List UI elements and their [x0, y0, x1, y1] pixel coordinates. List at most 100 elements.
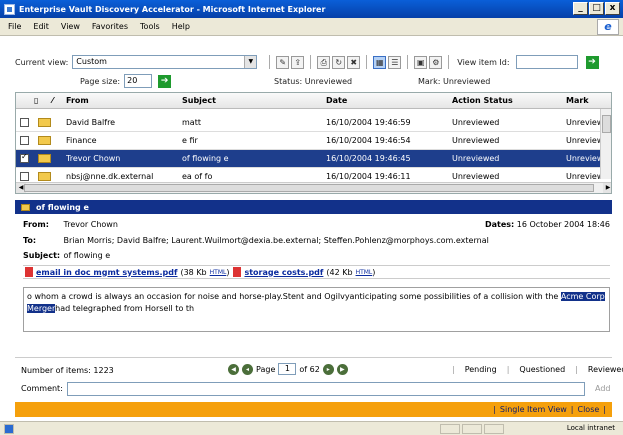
- delete-icon[interactable]: ✖: [347, 55, 361, 69]
- menu-bar: File Edit View Favorites Tools Help e: [0, 18, 623, 36]
- row-from: David Balfre: [66, 118, 116, 127]
- row-action-status: Unreviewed: [452, 172, 500, 181]
- attachment-html-link[interactable]: HTML: [210, 269, 227, 276]
- row-subject: of flowing e: [182, 154, 229, 163]
- email-icon: [38, 136, 51, 145]
- row-action-status: Unreviewed: [452, 118, 500, 127]
- row-date: 16/10/2004 19:46:59: [326, 118, 411, 127]
- close-button[interactable]: x: [605, 2, 620, 15]
- attachment-html-link[interactable]: HTML: [356, 269, 373, 276]
- toolbar-separator: [310, 55, 312, 69]
- comment-row: Comment: Add: [15, 381, 612, 397]
- menu-help[interactable]: Help: [166, 22, 196, 31]
- view-item-id-input[interactable]: [515, 55, 578, 69]
- page-size-label: Page size:: [80, 76, 121, 86]
- view-item-go-button[interactable]: ➔: [585, 55, 599, 69]
- review-actions: | Pending | Questioned | Reviewed: [452, 365, 623, 374]
- separator: |: [493, 405, 496, 414]
- mark-icon[interactable]: ✎: [276, 55, 290, 69]
- doc-column-icon[interactable]: ▯: [34, 96, 38, 105]
- column-date[interactable]: Date: [326, 96, 347, 105]
- toolbar-separator: [366, 55, 368, 69]
- status-text: Status: Unreviewed: [274, 77, 353, 86]
- column-action-status[interactable]: Action Status: [452, 96, 513, 105]
- table-row[interactable]: Finance e fir 16/10/2004 19:46:54 Unrevi…: [16, 132, 606, 150]
- dates-label: Dates:: [484, 220, 515, 229]
- row-checkbox[interactable]: [20, 172, 29, 181]
- menu-view[interactable]: View: [55, 22, 86, 31]
- refresh-icon[interactable]: ↻: [332, 55, 346, 69]
- grid-horizontal-scrollbar[interactable]: ◀ ▶: [16, 182, 611, 193]
- add-comment-button[interactable]: Add: [595, 384, 611, 393]
- attachment-size: (38 Kb: [180, 267, 207, 277]
- review-toolbar: Current view: Custom ▼ ✎ ⇪ ⎙ ↻ ✖ ▦ ☰ ▣ ⚙…: [0, 37, 623, 99]
- preview-to-line: To: Brian Morris; David Balfre; Laurent.…: [23, 236, 489, 245]
- current-view-value: Custom: [76, 57, 107, 66]
- from-value: Trevor Chown: [63, 220, 118, 229]
- row-checkbox[interactable]: [20, 136, 29, 145]
- row-action-status: Unreviewed: [452, 154, 500, 163]
- table-row[interactable]: David Balfre matt 16/10/2004 19:46:59 Un…: [16, 114, 606, 132]
- current-view-select[interactable]: Custom ▼: [72, 55, 258, 69]
- comment-input[interactable]: [67, 382, 585, 396]
- close-link[interactable]: Close: [578, 405, 600, 414]
- page-of-label: of 62: [299, 364, 320, 374]
- save-icon[interactable]: ▣: [414, 55, 428, 69]
- window-titlebar: Enterprise Vault Discovery Accelerator -…: [0, 0, 623, 18]
- print-icon[interactable]: ⎙: [317, 55, 331, 69]
- scroll-right-icon[interactable]: ▶: [603, 183, 611, 193]
- separator: |: [575, 365, 578, 374]
- column-mark[interactable]: Mark: [566, 96, 589, 105]
- menu-file[interactable]: File: [2, 22, 27, 31]
- page-size-go-button[interactable]: ➔: [158, 74, 172, 88]
- prev-page-icon[interactable]: ◂: [242, 363, 253, 375]
- menu-favorites[interactable]: Favorites: [86, 22, 134, 31]
- row-date: 16/10/2004 19:46:54: [326, 136, 411, 145]
- row-checkbox[interactable]: [20, 118, 29, 127]
- single-item-view-link[interactable]: Single Item View: [500, 405, 567, 414]
- last-page-icon[interactable]: ▶: [336, 363, 348, 375]
- attachment-close-paren: ): [226, 267, 230, 277]
- questioned-button[interactable]: Questioned: [519, 365, 565, 374]
- email-icon: [38, 172, 51, 181]
- attachment-column-icon[interactable]: ⁄: [52, 96, 53, 105]
- row-from: Trevor Chown: [66, 154, 121, 163]
- grid-vertical-scrollbar[interactable]: [600, 109, 611, 179]
- list-view-icon[interactable]: ☰: [388, 55, 402, 69]
- settings-icon[interactable]: ⚙: [429, 55, 443, 69]
- attachment-link[interactable]: storage costs.pdf: [244, 268, 323, 277]
- windows-logo-icon: e: [597, 19, 619, 35]
- minimize-button[interactable]: _: [573, 2, 588, 15]
- item-grid: ▯ ⁄ From Subject Date Action Status Mark…: [15, 92, 612, 194]
- attachment-size: (42 Kb: [326, 267, 353, 277]
- view-item-id-label: View item Id:: [457, 57, 510, 67]
- scroll-thumb[interactable]: [602, 115, 611, 133]
- scroll-thumb[interactable]: [24, 184, 594, 192]
- preview-from-line: From: Trevor Chown: [23, 220, 118, 229]
- attachment-close-paren: ): [372, 267, 376, 277]
- table-row-selected[interactable]: Trevor Chown of flowing e 16/10/2004 19:…: [16, 150, 606, 168]
- page-input[interactable]: 1: [278, 363, 297, 375]
- next-page-icon[interactable]: ▸: [322, 363, 334, 375]
- column-from[interactable]: From: [66, 96, 89, 105]
- page-status-icon: [4, 424, 14, 434]
- chevron-down-icon[interactable]: ▼: [244, 56, 257, 68]
- pending-button[interactable]: Pending: [465, 365, 497, 374]
- menu-edit[interactable]: Edit: [27, 22, 55, 31]
- status-pane: [462, 424, 482, 434]
- column-subject[interactable]: Subject: [182, 96, 216, 105]
- ie-page-icon: [4, 3, 15, 15]
- message-body[interactable]: o whom a crowd is always an occasion for…: [23, 287, 610, 332]
- preview-subject-title: of flowing e: [36, 202, 89, 212]
- menu-tools[interactable]: Tools: [134, 22, 166, 31]
- export-icon[interactable]: ⇪: [291, 55, 305, 69]
- first-page-icon[interactable]: ◀: [228, 363, 239, 375]
- attachment-link[interactable]: email in doc mgmt systems.pdf: [36, 268, 177, 277]
- subject-value: of flowing e: [63, 251, 111, 260]
- split-view-icon[interactable]: ▦: [373, 55, 387, 69]
- grid-partial-row: [16, 108, 611, 113]
- reviewed-button[interactable]: Reviewed: [588, 365, 623, 374]
- row-checkbox[interactable]: [20, 152, 29, 163]
- maximize-button[interactable]: □: [589, 2, 604, 15]
- page-size-input[interactable]: 20: [124, 74, 153, 88]
